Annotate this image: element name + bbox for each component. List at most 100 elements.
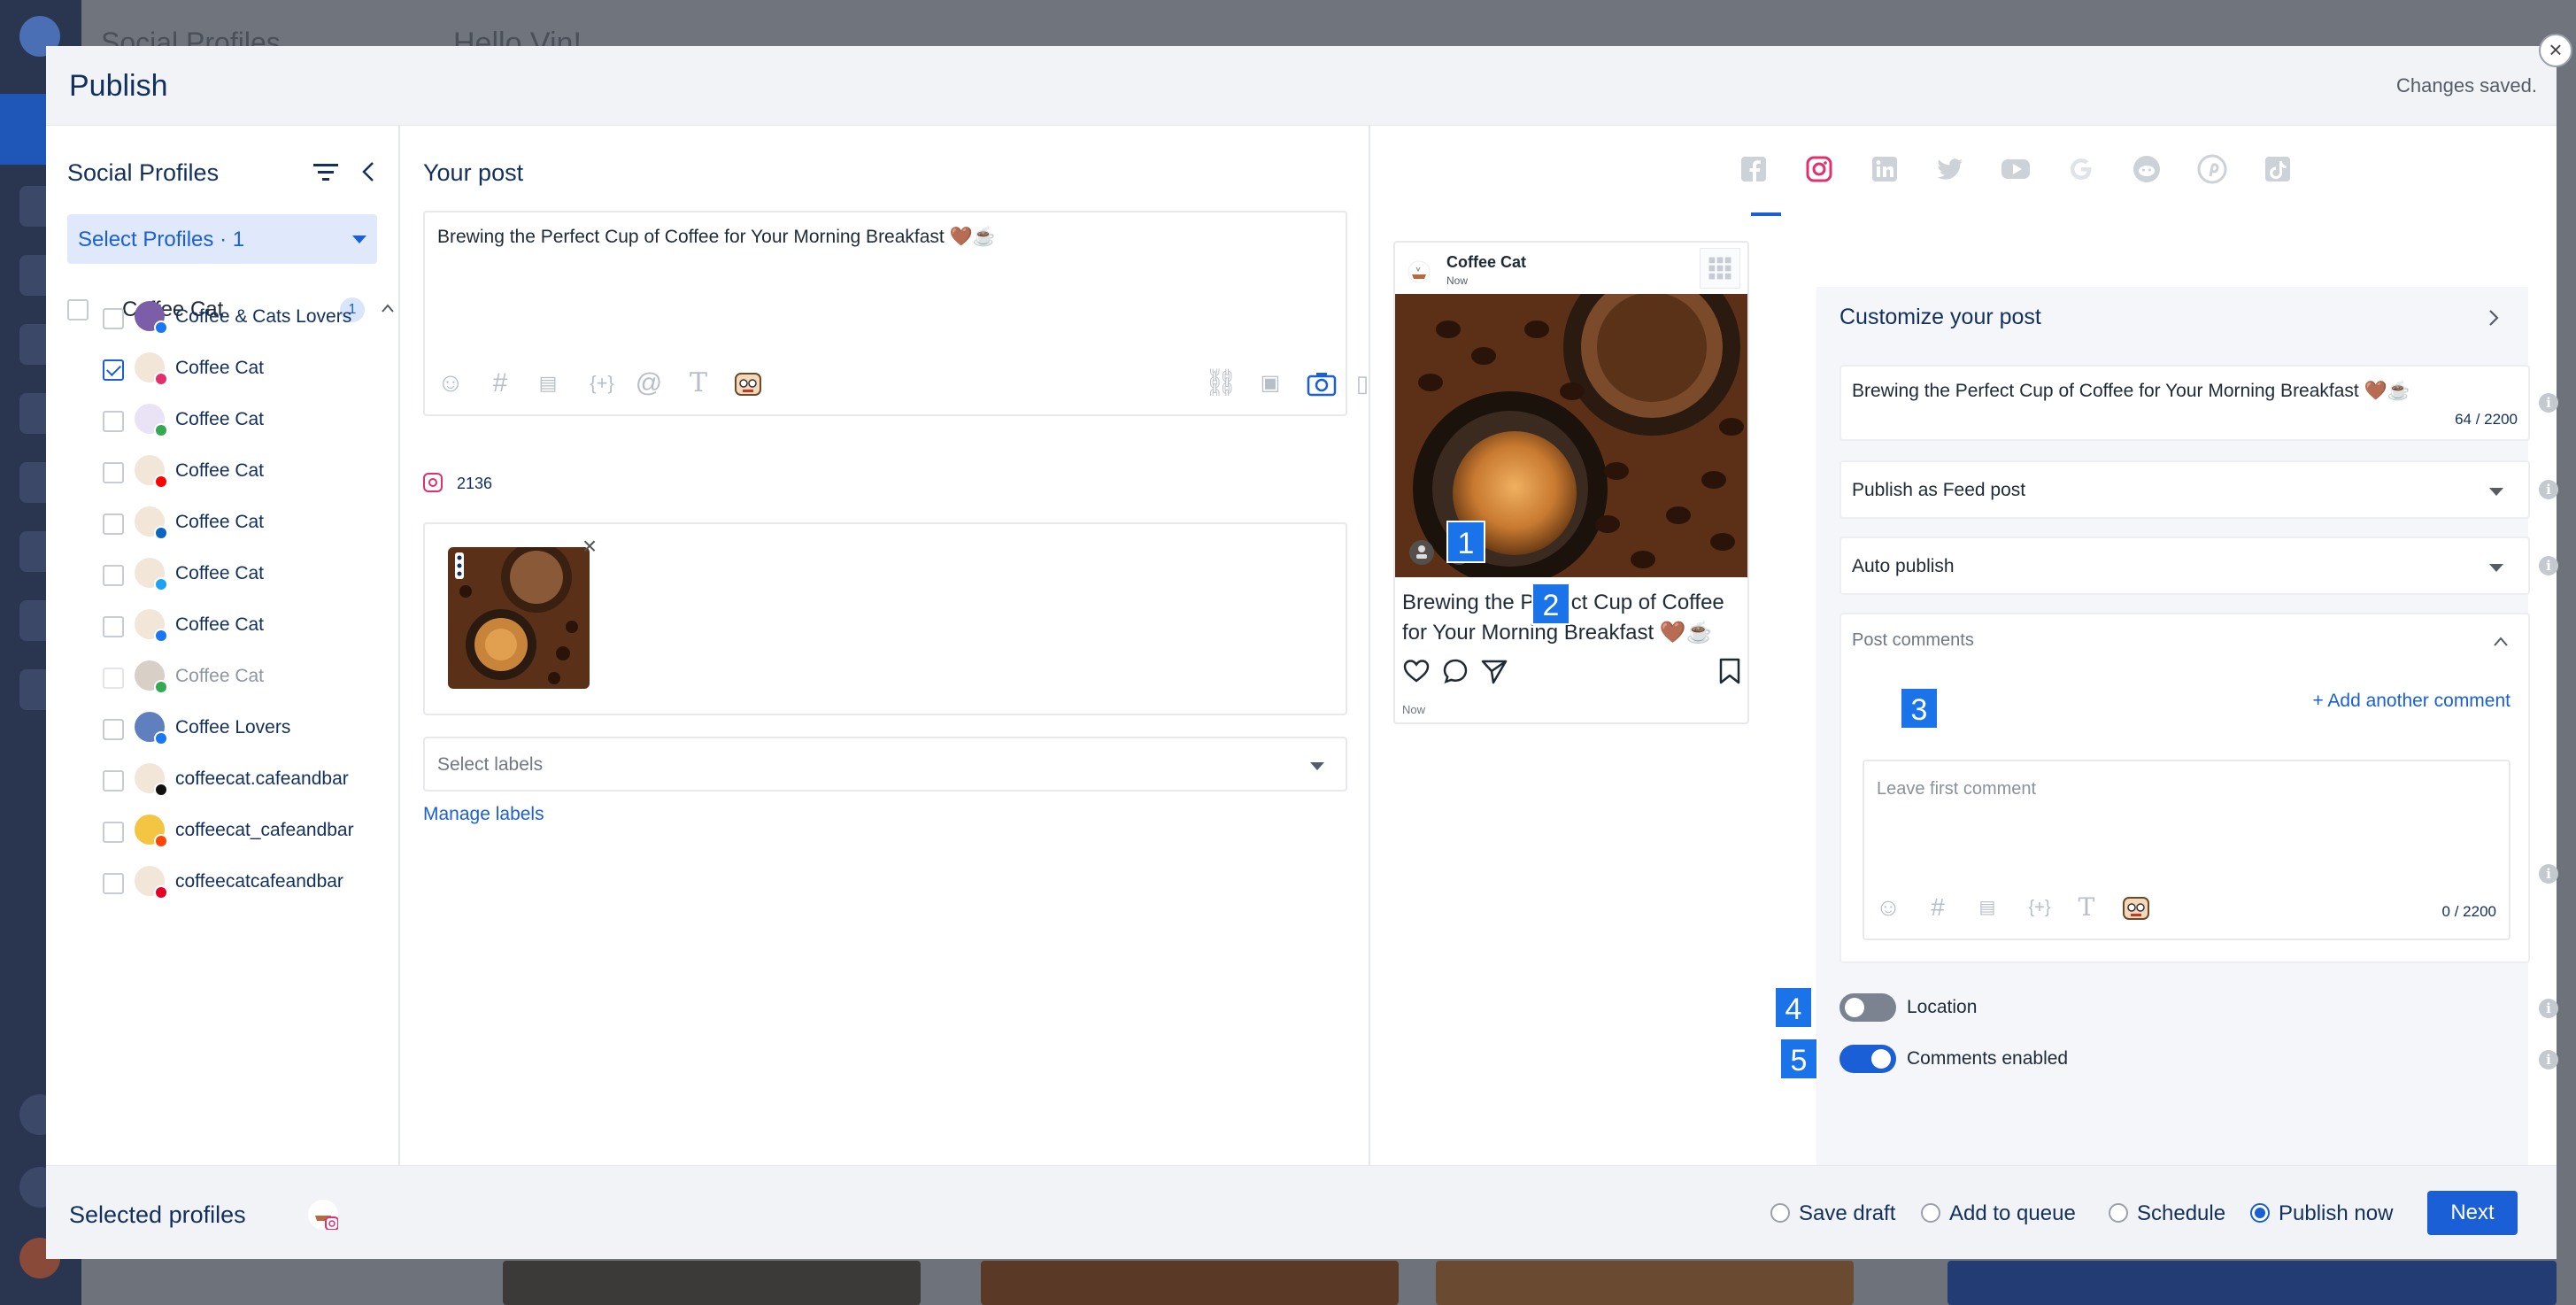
profile-item[interactable]: coffeecatcafeandbar bbox=[46, 866, 400, 901]
profile-item[interactable]: coffeecat.cafeandbar bbox=[46, 763, 400, 799]
publish-as-select[interactable]: Publish as Feed post bbox=[1839, 460, 2530, 519]
chevron-right-icon[interactable] bbox=[2486, 308, 2502, 328]
instagram-tab-icon[interactable] bbox=[1802, 152, 1836, 186]
location-toggle[interactable] bbox=[1839, 993, 1896, 1022]
profile-avatar bbox=[135, 866, 168, 900]
selected-profile-avatar[interactable] bbox=[308, 1200, 339, 1231]
profile-checkbox[interactable] bbox=[103, 822, 124, 843]
modal-title: Publish bbox=[69, 69, 168, 103]
profile-item[interactable]: Coffee Cat bbox=[46, 352, 400, 388]
hashtag-icon[interactable]: # bbox=[485, 368, 515, 398]
snippet-icon[interactable]: ▤ bbox=[533, 368, 563, 398]
profile-name: Coffee Lovers bbox=[175, 717, 291, 737]
profile-checkbox[interactable] bbox=[103, 565, 124, 586]
next-button[interactable]: Next bbox=[2427, 1191, 2518, 1235]
info-icon[interactable]: i bbox=[2539, 393, 2558, 413]
info-icon[interactable]: i bbox=[2539, 556, 2558, 575]
collapse-panel-icon[interactable] bbox=[358, 159, 379, 184]
video-icon[interactable]: ▣ bbox=[1255, 368, 1285, 398]
google-tab-icon[interactable] bbox=[2064, 152, 2098, 186]
post-editor[interactable]: Brewing the Perfect Cup of Coffee for Yo… bbox=[423, 211, 1369, 416]
custom-text-box[interactable]: Brewing the Perfect Cup of Coffee for Yo… bbox=[1839, 365, 2530, 441]
your-post-title: Your post bbox=[423, 159, 524, 186]
profile-checkbox[interactable] bbox=[103, 359, 124, 381]
profile-checkbox[interactable] bbox=[103, 616, 124, 637]
profile-item[interactable]: Coffee Cat bbox=[46, 506, 400, 542]
location-toggle-row: Location bbox=[1839, 993, 2512, 1025]
select-profiles-label: Select Profiles · 1 bbox=[78, 228, 245, 251]
publish-mode-select[interactable]: Auto publish bbox=[1839, 537, 2530, 595]
profile-item[interactable]: Coffee Cat bbox=[46, 609, 400, 645]
mention-icon[interactable]: @ bbox=[634, 368, 664, 398]
variable-icon[interactable]: {+} bbox=[2020, 892, 2059, 923]
comments-toggle-row: Comments enabled bbox=[1839, 1045, 2512, 1077]
emoji-icon[interactable]: ☺ bbox=[1873, 892, 1903, 923]
tiktok-tab-icon[interactable] bbox=[2261, 152, 2294, 186]
info-icon[interactable]: i bbox=[2539, 1050, 2558, 1069]
profile-checkbox[interactable] bbox=[103, 770, 124, 791]
add-another-comment-button[interactable]: + Add another comment bbox=[2312, 691, 2510, 712]
youtube-tab-icon[interactable] bbox=[1999, 152, 2032, 186]
facebook-tab-icon[interactable] bbox=[1737, 152, 1770, 186]
profile-checkbox[interactable] bbox=[103, 462, 124, 483]
chevron-down-icon bbox=[2489, 564, 2503, 572]
radio-button[interactable] bbox=[2250, 1203, 2270, 1223]
select-profiles-dropdown[interactable]: Select Profiles · 1 bbox=[67, 214, 377, 264]
profile-checkbox[interactable] bbox=[103, 668, 124, 689]
ai-assistant-icon[interactable] bbox=[2121, 892, 2151, 923]
profile-name: Coffee Cat bbox=[175, 614, 265, 635]
more-options-icon[interactable] bbox=[455, 552, 464, 579]
ai-assistant-icon[interactable] bbox=[733, 368, 763, 398]
pinterest-tab-icon[interactable] bbox=[2195, 152, 2229, 186]
first-comment-editor[interactable]: Leave first comment ☺ # ▤ {+} T 0 / 2200 bbox=[1863, 760, 2510, 940]
reddit-icon bbox=[154, 834, 168, 848]
media-area: × bbox=[423, 522, 1347, 715]
profile-item[interactable]: Coffee Lovers bbox=[46, 712, 400, 747]
comments-enabled-toggle[interactable] bbox=[1839, 1045, 1896, 1073]
customize-title: Customize your post bbox=[1839, 305, 2041, 329]
post-text[interactable]: Brewing the Perfect Cup of Coffee for Yo… bbox=[437, 227, 996, 248]
close-icon[interactable]: × bbox=[2539, 34, 2572, 67]
radio-button[interactable] bbox=[2109, 1203, 2128, 1223]
profile-item[interactable]: Coffee & Cats Lovers bbox=[46, 301, 400, 336]
link-icon[interactable]: ⛓ bbox=[1204, 368, 1238, 398]
text-format-icon[interactable]: T bbox=[2071, 892, 2102, 923]
network-tabs bbox=[1370, 126, 2557, 216]
emoji-icon[interactable]: ☺ bbox=[436, 368, 466, 398]
snippet-icon[interactable]: ▤ bbox=[1972, 892, 2002, 923]
profile-avatar bbox=[135, 558, 168, 591]
profile-checkbox[interactable] bbox=[103, 514, 124, 535]
profile-checkbox[interactable] bbox=[103, 411, 124, 432]
profile-checkbox[interactable] bbox=[103, 719, 124, 740]
profile-item[interactable]: Coffee Cat bbox=[46, 455, 400, 490]
info-icon[interactable]: i bbox=[2539, 999, 2558, 1018]
camera-icon[interactable] bbox=[1307, 368, 1337, 398]
youtube-icon bbox=[154, 475, 168, 489]
linkedin-tab-icon[interactable] bbox=[1868, 152, 1901, 186]
radio-button[interactable] bbox=[1921, 1203, 1940, 1223]
profile-item[interactable]: Coffee Cat bbox=[46, 558, 400, 593]
profile-checkbox[interactable] bbox=[103, 308, 124, 329]
twitter-tab-icon[interactable] bbox=[1933, 152, 1967, 186]
text-format-icon[interactable]: T bbox=[683, 368, 713, 398]
variable-icon[interactable]: {+} bbox=[582, 368, 621, 398]
profile-checkbox[interactable] bbox=[103, 873, 124, 894]
manage-labels-link[interactable]: Manage labels bbox=[423, 804, 544, 825]
profile-item[interactable]: Coffee Cat bbox=[46, 660, 400, 696]
profile-item[interactable]: Coffee Cat bbox=[46, 404, 400, 439]
hashtag-icon[interactable]: # bbox=[1923, 892, 1953, 923]
radio-button[interactable] bbox=[1770, 1203, 1790, 1223]
remove-media-icon[interactable]: × bbox=[579, 534, 600, 559]
chevron-up-icon[interactable] bbox=[2493, 634, 2509, 650]
facebook-icon bbox=[154, 731, 168, 745]
labels-dropdown[interactable]: Select labels bbox=[423, 737, 1347, 791]
info-icon[interactable]: i bbox=[2539, 864, 2558, 884]
custom-text[interactable]: Brewing the Perfect Cup of Coffee for Yo… bbox=[1852, 381, 2410, 402]
info-icon[interactable]: i bbox=[2539, 480, 2558, 499]
profile-item[interactable]: coffeecat_cafeandbar bbox=[46, 815, 400, 850]
reddit-tab-icon[interactable] bbox=[2130, 152, 2163, 186]
media-thumbnail[interactable] bbox=[448, 547, 590, 689]
filter-icon[interactable] bbox=[313, 161, 338, 182]
annotation-badge: 4 bbox=[1774, 986, 1813, 1029]
grid-view-icon[interactable] bbox=[1700, 248, 1740, 289]
